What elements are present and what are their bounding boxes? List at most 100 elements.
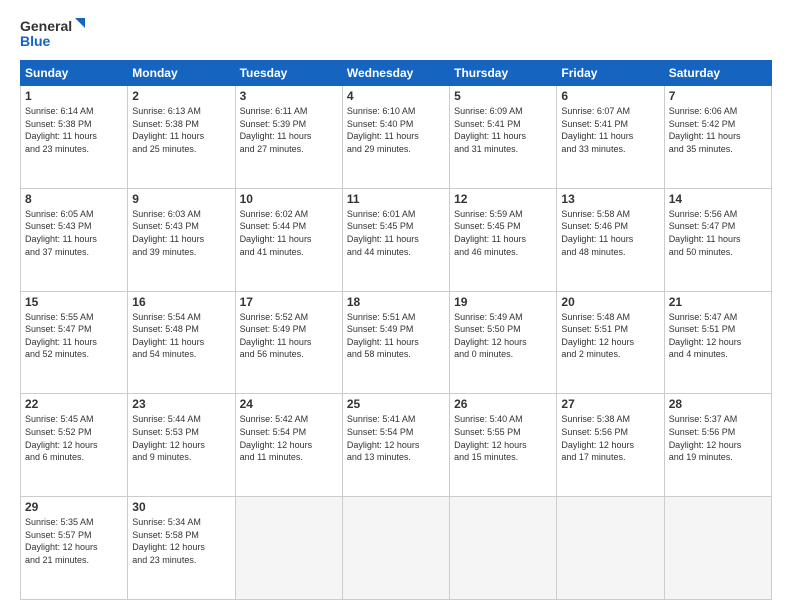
day-cell: 24 Sunrise: 5:42 AMSunset: 5:54 PMDayligh… [235,394,342,497]
day-cell: 22Sunrise: 5:45 AMSunset: 5:52 PMDayligh… [21,394,128,497]
day-cell: 14 Sunrise: 5:56 AMSunset: 5:47 PMDayligh… [664,188,771,291]
logo: GeneralBlue [20,16,90,52]
page: GeneralBlue SundayMondayTuesdayWednesday… [0,0,792,612]
day-info: Sunrise: 6:03 AMSunset: 5:43 PMDaylight:… [132,209,204,257]
day-cell: 23Sunrise: 5:44 AMSunset: 5:53 PMDayligh… [128,394,235,497]
day-number: 29 [25,500,123,514]
day-number: 2 [132,89,230,103]
day-number: 28 [669,397,767,411]
day-cell [450,497,557,600]
day-number: 18 [347,295,445,309]
day-number: 7 [669,89,767,103]
day-info: Sunrise: 5:56 AMSunset: 5:47 PMDaylight:… [669,209,741,257]
day-info: Sunrise: 6:10 AMSunset: 5:40 PMDaylight:… [347,106,419,154]
weekday-header-sunday: Sunday [21,61,128,86]
day-number: 5 [454,89,552,103]
header: GeneralBlue [20,16,772,52]
day-cell: 28 Sunrise: 5:37 AMSunset: 5:56 PMDayligh… [664,394,771,497]
day-number: 11 [347,192,445,206]
day-number: 4 [347,89,445,103]
day-cell: 27 Sunrise: 5:38 AMSunset: 5:56 PMDayligh… [557,394,664,497]
day-cell: 30 Sunrise: 5:34 AMSunset: 5:58 PMDayligh… [128,497,235,600]
day-cell [342,497,449,600]
day-info: Sunrise: 5:49 AMSunset: 5:50 PMDaylight:… [454,312,527,360]
week-row-4: 22Sunrise: 5:45 AMSunset: 5:52 PMDayligh… [21,394,772,497]
day-info: Sunrise: 5:55 AMSunset: 5:47 PMDaylight:… [25,312,97,360]
day-cell: 15 Sunrise: 5:55 AMSunset: 5:47 PMDayligh… [21,291,128,394]
day-number: 25 [347,397,445,411]
day-info: Sunrise: 6:09 AMSunset: 5:41 PMDaylight:… [454,106,526,154]
day-info: Sunrise: 5:58 AMSunset: 5:46 PMDaylight:… [561,209,633,257]
day-info: Sunrise: 5:59 AMSunset: 5:45 PMDaylight:… [454,209,526,257]
day-info: Sunrise: 6:14 AMSunset: 5:38 PMDaylight:… [25,106,97,154]
day-number: 20 [561,295,659,309]
day-info: Sunrise: 5:54 AMSunset: 5:48 PMDaylight:… [132,312,204,360]
day-cell: 5 Sunrise: 6:09 AMSunset: 5:41 PMDaylight… [450,86,557,189]
calendar-table: SundayMondayTuesdayWednesdayThursdayFrid… [20,60,772,600]
day-info: Sunrise: 5:34 AMSunset: 5:58 PMDaylight:… [132,517,205,565]
day-number: 6 [561,89,659,103]
day-info: Sunrise: 6:11 AMSunset: 5:39 PMDaylight:… [240,106,312,154]
day-info: Sunrise: 5:35 AMSunset: 5:57 PMDaylight:… [25,517,98,565]
day-number: 22 [25,397,123,411]
svg-text:Blue: Blue [20,33,51,49]
day-info: Sunrise: 6:05 AMSunset: 5:43 PMDaylight:… [25,209,97,257]
day-info: Sunrise: 5:37 AMSunset: 5:56 PMDaylight:… [669,414,742,462]
week-row-2: 8 Sunrise: 6:05 AMSunset: 5:43 PMDaylight… [21,188,772,291]
day-cell: 16 Sunrise: 5:54 AMSunset: 5:48 PMDayligh… [128,291,235,394]
day-number: 9 [132,192,230,206]
day-info: Sunrise: 6:01 AMSunset: 5:45 PMDaylight:… [347,209,419,257]
weekday-header-wednesday: Wednesday [342,61,449,86]
day-cell: 26Sunrise: 5:40 AMSunset: 5:55 PMDayligh… [450,394,557,497]
day-cell: 20 Sunrise: 5:48 AMSunset: 5:51 PMDayligh… [557,291,664,394]
day-number: 1 [25,89,123,103]
day-cell: 8 Sunrise: 6:05 AMSunset: 5:43 PMDaylight… [21,188,128,291]
day-cell: 13 Sunrise: 5:58 AMSunset: 5:46 PMDayligh… [557,188,664,291]
day-cell: 18 Sunrise: 5:51 AMSunset: 5:49 PMDayligh… [342,291,449,394]
day-cell: 29 Sunrise: 5:35 AMSunset: 5:57 PMDayligh… [21,497,128,600]
day-number: 15 [25,295,123,309]
weekday-header-saturday: Saturday [664,61,771,86]
weekday-header-monday: Monday [128,61,235,86]
day-info: Sunrise: 5:42 AMSunset: 5:54 PMDaylight:… [240,414,313,462]
day-number: 16 [132,295,230,309]
day-number: 8 [25,192,123,206]
day-info: Sunrise: 5:48 AMSunset: 5:51 PMDaylight:… [561,312,634,360]
day-number: 27 [561,397,659,411]
day-number: 13 [561,192,659,206]
day-number: 26 [454,397,552,411]
logo-svg: GeneralBlue [20,16,90,52]
day-cell [235,497,342,600]
day-info: Sunrise: 6:02 AMSunset: 5:44 PMDaylight:… [240,209,312,257]
day-cell: 6 Sunrise: 6:07 AMSunset: 5:41 PMDaylight… [557,86,664,189]
day-cell: 17 Sunrise: 5:52 AMSunset: 5:49 PMDayligh… [235,291,342,394]
day-number: 10 [240,192,338,206]
day-cell: 19 Sunrise: 5:49 AMSunset: 5:50 PMDayligh… [450,291,557,394]
day-cell: 7Sunrise: 6:06 AMSunset: 5:42 PMDaylight… [664,86,771,189]
svg-text:General: General [20,18,72,34]
day-number: 17 [240,295,338,309]
day-cell: 11 Sunrise: 6:01 AMSunset: 5:45 PMDayligh… [342,188,449,291]
day-cell [557,497,664,600]
week-row-1: 1 Sunrise: 6:14 AMSunset: 5:38 PMDaylight… [21,86,772,189]
day-cell: 12 Sunrise: 5:59 AMSunset: 5:45 PMDayligh… [450,188,557,291]
day-info: Sunrise: 5:38 AMSunset: 5:56 PMDaylight:… [561,414,634,462]
day-number: 14 [669,192,767,206]
day-number: 12 [454,192,552,206]
day-number: 30 [132,500,230,514]
day-cell [664,497,771,600]
day-number: 24 [240,397,338,411]
day-info: Sunrise: 5:51 AMSunset: 5:49 PMDaylight:… [347,312,419,360]
day-info: Sunrise: 6:07 AMSunset: 5:41 PMDaylight:… [561,106,633,154]
day-number: 23 [132,397,230,411]
day-number: 19 [454,295,552,309]
day-cell: 2Sunrise: 6:13 AMSunset: 5:38 PMDaylight… [128,86,235,189]
day-number: 3 [240,89,338,103]
day-cell: 21Sunrise: 5:47 AMSunset: 5:51 PMDayligh… [664,291,771,394]
day-info: Sunrise: 5:52 AMSunset: 5:49 PMDaylight:… [240,312,312,360]
day-cell: 10 Sunrise: 6:02 AMSunset: 5:44 PMDayligh… [235,188,342,291]
weekday-header-friday: Friday [557,61,664,86]
day-cell: 3 Sunrise: 6:11 AMSunset: 5:39 PMDaylight… [235,86,342,189]
week-row-5: 29 Sunrise: 5:35 AMSunset: 5:57 PMDayligh… [21,497,772,600]
day-info: Sunrise: 5:47 AMSunset: 5:51 PMDaylight:… [669,312,742,360]
